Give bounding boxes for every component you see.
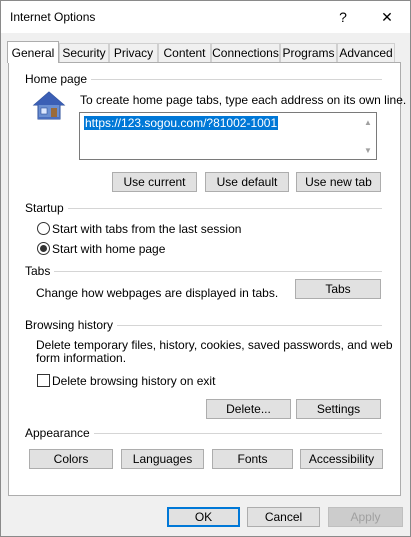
tab-advanced[interactable]: Advanced (337, 43, 395, 62)
startup-last-session-radio[interactable] (37, 222, 50, 235)
tab-programs[interactable]: Programs (280, 43, 337, 62)
tabs-button[interactable]: Tabs (295, 279, 381, 299)
home-page-url-text: https://123.sogou.com/?81002-1001 (84, 116, 279, 130)
home-page-url-field[interactable]: https://123.sogou.com/?81002-1001 ▲ ▼ (79, 112, 377, 160)
languages-button[interactable]: Languages (121, 449, 204, 469)
startup-divider (26, 208, 382, 209)
colors-button[interactable]: Colors (29, 449, 113, 469)
accessibility-button[interactable]: Accessibility (300, 449, 383, 469)
delete-history-button[interactable]: Delete... (206, 399, 291, 419)
use-default-button[interactable]: Use default (205, 172, 289, 192)
tabs-description: Change how webpages are displayed in tab… (36, 286, 279, 300)
browsing-history-description-line2: form information. (36, 351, 127, 365)
delete-on-exit-label[interactable]: Delete browsing history on exit (52, 374, 215, 388)
delete-on-exit-checkbox[interactable] (37, 374, 50, 387)
use-current-button[interactable]: Use current (112, 172, 197, 192)
house-icon (32, 91, 66, 120)
tab-general[interactable]: General (7, 41, 59, 63)
radio-selected-dot (40, 245, 47, 252)
browsing-history-group-label: Browsing history (25, 318, 118, 332)
tab-security[interactable]: Security (59, 43, 109, 62)
help-icon: ? (339, 9, 347, 25)
tab-content[interactable]: Content (158, 43, 211, 62)
fonts-button[interactable]: Fonts (212, 449, 293, 469)
scroll-up-icon[interactable]: ▲ (361, 115, 375, 129)
startup-home-page-radio[interactable] (37, 242, 50, 255)
use-new-tab-button[interactable]: Use new tab (296, 172, 381, 192)
apply-button[interactable]: Apply (328, 507, 403, 527)
title-bar: Internet Options ? ✕ (1, 1, 410, 33)
browsing-history-description-line1: Delete temporary files, history, cookies… (36, 338, 393, 352)
home-page-instructions: To create home page tabs, type each addr… (80, 93, 407, 107)
window-title: Internet Options (10, 10, 96, 24)
close-button[interactable]: ✕ (365, 1, 409, 33)
help-button[interactable]: ? (321, 1, 365, 33)
close-icon: ✕ (381, 8, 393, 25)
footer-divider (1, 497, 410, 498)
startup-group-label: Startup (25, 201, 68, 215)
tab-connections[interactable]: Connections (211, 43, 280, 62)
startup-last-session-label[interactable]: Start with tabs from the last session (52, 222, 241, 236)
history-settings-button[interactable]: Settings (296, 399, 381, 419)
internet-options-dialog: Internet Options ? ✕ General Security Pr… (0, 0, 411, 537)
tabs-divider (26, 271, 382, 272)
scroll-down-icon[interactable]: ▼ (361, 143, 375, 157)
ok-button[interactable]: OK (167, 507, 240, 527)
tab-privacy[interactable]: Privacy (109, 43, 158, 62)
appearance-group-label: Appearance (25, 426, 94, 440)
tabs-group-label: Tabs (25, 264, 55, 278)
cancel-button[interactable]: Cancel (247, 507, 320, 527)
startup-home-page-label[interactable]: Start with home page (52, 242, 165, 256)
home-page-group-label: Home page (25, 72, 92, 86)
